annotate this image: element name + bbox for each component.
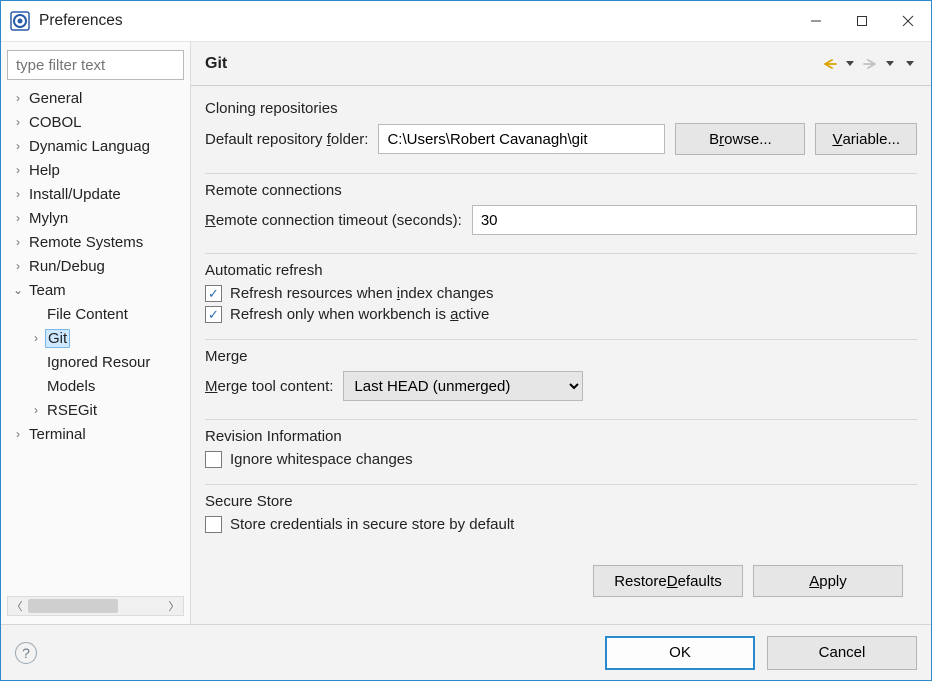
tree-item-run-debug[interactable]: ›Run/Debug: [7, 254, 184, 278]
refresh-index-checkbox[interactable]: [205, 285, 222, 302]
tree-item-team[interactable]: ⌄Team: [7, 278, 184, 302]
default-repo-folder-input[interactable]: [378, 124, 665, 154]
browse-button[interactable]: Browse...: [675, 123, 805, 155]
forward-icon[interactable]: [863, 57, 877, 71]
chevron-right-icon[interactable]: ›: [11, 91, 25, 105]
chevron-right-icon[interactable]: ›: [11, 163, 25, 177]
refresh-active-checkbox[interactable]: [205, 306, 222, 323]
chevron-right-icon[interactable]: ›: [11, 115, 25, 129]
chevron-right-icon[interactable]: ›: [11, 259, 25, 273]
tree-item-remote-systems[interactable]: ›Remote Systems: [7, 230, 184, 254]
tree-item-install-update[interactable]: ›Install/Update: [7, 182, 184, 206]
minimize-button[interactable]: [793, 5, 839, 37]
tree-item-cobol[interactable]: ›COBOL: [7, 110, 184, 134]
merge-tool-label: Merge tool content:: [205, 378, 333, 395]
tree-item-label: Remote Systems: [27, 234, 145, 251]
restore-defaults-button[interactable]: Restore Defaults: [593, 565, 743, 597]
chevron-right-icon[interactable]: ›: [29, 403, 43, 417]
ok-button[interactable]: OK: [605, 636, 755, 670]
tree-item-mylyn[interactable]: ›Mylyn: [7, 206, 184, 230]
tree-item-help[interactable]: ›Help: [7, 158, 184, 182]
tree-item-models[interactable]: Models: [7, 374, 184, 398]
group-secure: Secure Store Store credentials in secure…: [205, 493, 917, 549]
tree-item-label: Models: [45, 378, 97, 395]
tree-item-label: Dynamic Languag: [27, 138, 152, 155]
page-header: Git: [191, 42, 931, 86]
refresh-active-label: Refresh only when workbench is active: [230, 306, 489, 323]
scroll-thumb[interactable]: [28, 599, 118, 613]
group-auto-refresh: Automatic refresh Refresh resources when…: [205, 262, 917, 340]
back-menu-icon[interactable]: [843, 57, 857, 71]
tree-item-rsegit[interactable]: ›RSEGit: [7, 398, 184, 422]
group-remote: Remote connections Remote connection tim…: [205, 182, 917, 254]
tree-horizontal-scrollbar[interactable]: 〈 〉: [7, 596, 184, 616]
group-merge: Merge Merge tool content: Last HEAD (unm…: [205, 348, 917, 420]
page-title: Git: [205, 55, 227, 73]
tree-item-git[interactable]: ›Git: [7, 326, 184, 350]
ignore-whitespace-checkbox[interactable]: [205, 451, 222, 468]
tree-item-label: General: [27, 90, 84, 107]
app-icon: [9, 10, 31, 32]
filter-input[interactable]: [7, 50, 184, 80]
maximize-button[interactable]: [839, 5, 885, 37]
bottom-bar: ? OK Cancel: [1, 624, 931, 680]
default-repo-folder-label: Default repository folder:: [205, 131, 368, 148]
tree-item-label: Help: [27, 162, 62, 179]
apply-button[interactable]: Apply: [753, 565, 903, 597]
help-icon[interactable]: ?: [15, 642, 37, 664]
tree-item-label: File Content: [45, 306, 130, 323]
tree-item-label: Mylyn: [27, 210, 70, 227]
ignore-whitespace-label: Ignore whitespace changes: [230, 451, 413, 468]
scroll-right-icon[interactable]: 〉: [165, 598, 183, 614]
merge-tool-combo[interactable]: Last HEAD (unmerged): [343, 371, 583, 401]
chevron-right-icon[interactable]: ›: [11, 187, 25, 201]
page: Git Cloning repositories: [191, 42, 931, 624]
group-auto-refresh-title: Automatic refresh: [205, 262, 917, 279]
remote-timeout-input[interactable]: [472, 205, 917, 235]
tree-item-label: Run/Debug: [27, 258, 107, 275]
titlebar: Preferences: [1, 1, 931, 41]
scroll-left-icon[interactable]: 〈: [8, 598, 26, 614]
secure-store-checkbox[interactable]: [205, 516, 222, 533]
sidebar: ›General›COBOL›Dynamic Languag›Help›Inst…: [1, 42, 191, 624]
tree-item-file-content[interactable]: File Content: [7, 302, 184, 326]
tree-item-label: Git: [45, 329, 70, 348]
tree-item-general[interactable]: ›General: [7, 86, 184, 110]
chevron-right-icon[interactable]: ›: [29, 331, 43, 345]
secure-store-label: Store credentials in secure store by def…: [230, 516, 514, 533]
tree-item-label: COBOL: [27, 114, 84, 131]
cancel-button[interactable]: Cancel: [767, 636, 917, 670]
chevron-right-icon[interactable]: ›: [11, 211, 25, 225]
tree-item-label: Team: [27, 282, 68, 299]
tree-item-label: RSEGit: [45, 402, 99, 419]
tree-item-terminal[interactable]: ›Terminal: [7, 422, 184, 446]
group-remote-title: Remote connections: [205, 182, 917, 199]
group-merge-title: Merge: [205, 348, 917, 365]
close-button[interactable]: [885, 5, 931, 37]
back-icon[interactable]: [823, 57, 837, 71]
tree-item-dynamic-languag[interactable]: ›Dynamic Languag: [7, 134, 184, 158]
tree-item-label: Terminal: [27, 426, 88, 443]
chevron-down-icon[interactable]: ⌄: [11, 283, 25, 297]
chevron-right-icon[interactable]: ›: [11, 235, 25, 249]
group-secure-title: Secure Store: [205, 493, 917, 510]
window-title: Preferences: [39, 12, 123, 30]
view-menu-icon[interactable]: [903, 57, 917, 71]
forward-menu-icon[interactable]: [883, 57, 897, 71]
tree-item-label: Ignored Resour: [45, 354, 152, 371]
variable-button[interactable]: Variable...: [815, 123, 917, 155]
group-cloning-title: Cloning repositories: [205, 100, 917, 117]
preferences-tree[interactable]: ›General›COBOL›Dynamic Languag›Help›Inst…: [7, 86, 184, 596]
tree-item-label: Install/Update: [27, 186, 123, 203]
refresh-index-label: Refresh resources when index changes: [230, 285, 494, 302]
chevron-right-icon[interactable]: ›: [11, 427, 25, 441]
tree-item-ignored-resour[interactable]: Ignored Resour: [7, 350, 184, 374]
chevron-right-icon[interactable]: ›: [11, 139, 25, 153]
group-revision-title: Revision Information: [205, 428, 917, 445]
group-revision: Revision Information Ignore whitespace c…: [205, 428, 917, 485]
remote-timeout-label: Remote connection timeout (seconds):: [205, 212, 462, 229]
group-cloning: Cloning repositories Default repository …: [205, 100, 917, 174]
